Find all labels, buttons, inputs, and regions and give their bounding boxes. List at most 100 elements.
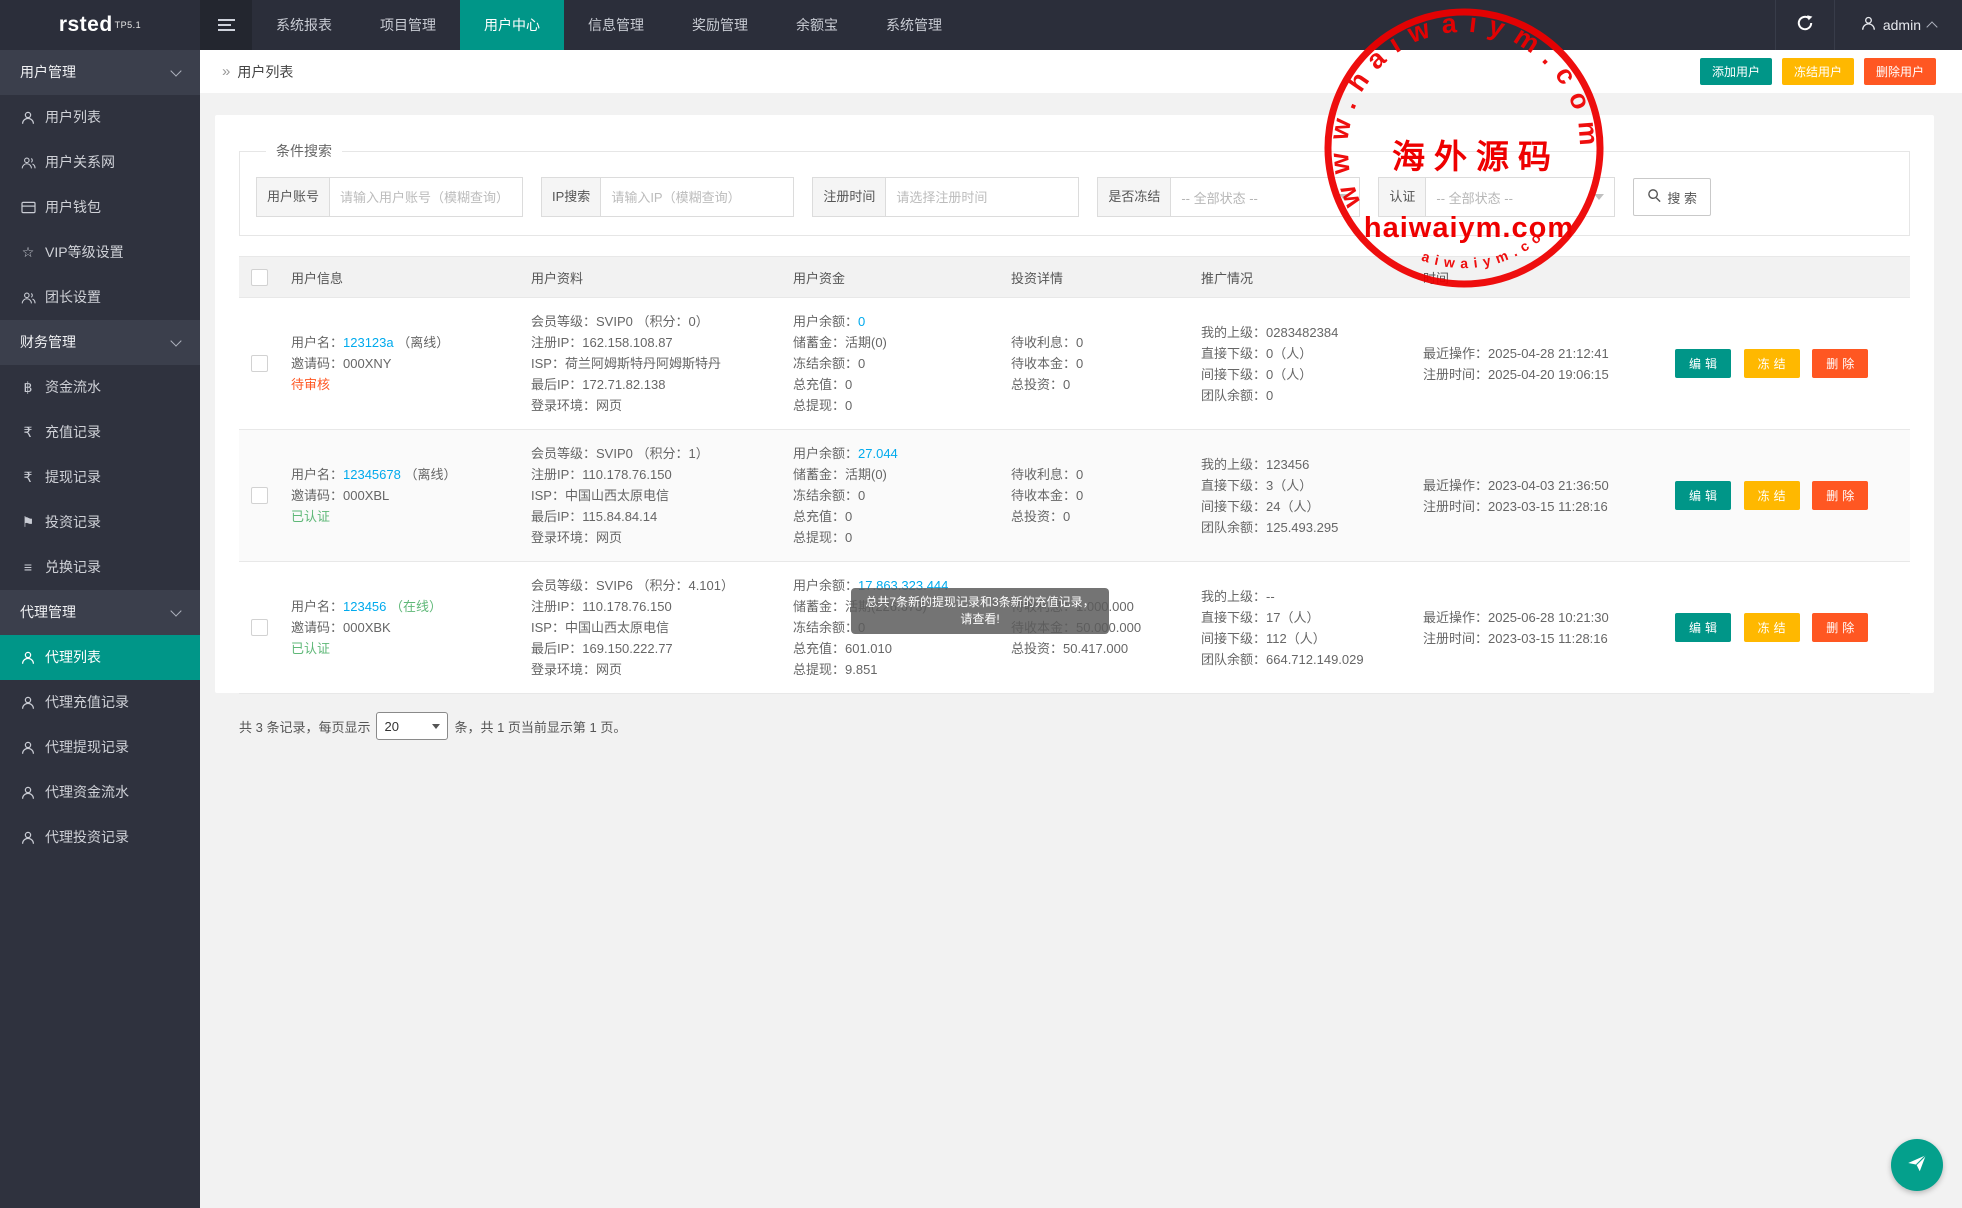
delete-button[interactable]: 删除 bbox=[1812, 613, 1868, 642]
chevron-down-icon bbox=[170, 335, 181, 346]
freeze-filter-group: 是否冻结 -- 全部状态 -- bbox=[1097, 177, 1360, 217]
item-label: 代理充值记录 bbox=[45, 680, 129, 725]
sidebar-item-leader-settings[interactable]: 团长设置 bbox=[0, 275, 200, 320]
item-label: VIP等级设置 bbox=[45, 230, 124, 275]
sidebar-item-recharge-records[interactable]: ₹ 充值记录 bbox=[0, 410, 200, 455]
item-label: 代理投资记录 bbox=[45, 815, 129, 860]
sidebar-item-user-list[interactable]: 用户列表 bbox=[0, 95, 200, 140]
item-label: 代理提现记录 bbox=[45, 725, 129, 770]
group-label: 用户管理 bbox=[20, 50, 172, 95]
top-header: rstedTP5.1 系统报表 项目管理 用户中心 信息管理 奖励管理 余额宝 … bbox=[0, 0, 1962, 50]
search-row: 用户账号 IP搜索 注册时间 是否冻结 -- 全部状态 -- bbox=[256, 177, 1899, 217]
funds-frozen: 冻结余额：0 bbox=[793, 353, 1011, 374]
balance-link[interactable]: 27.044 bbox=[858, 446, 898, 461]
promo-team-balance: 团队余额：125.493.295 bbox=[1201, 517, 1423, 538]
breadcrumb-arrow-icon: » bbox=[222, 63, 230, 80]
funds-recharge: 总充值：601.010 bbox=[793, 638, 1011, 659]
balance-link[interactable]: 0 bbox=[858, 314, 865, 329]
item-label: 用户列表 bbox=[45, 95, 101, 140]
admin-username: admin bbox=[1883, 17, 1921, 33]
delete-button[interactable]: 删除 bbox=[1812, 481, 1868, 510]
col-actions bbox=[1675, 257, 1910, 298]
refresh-button[interactable] bbox=[1775, 0, 1834, 50]
select-all-checkbox[interactable] bbox=[251, 269, 268, 286]
edit-button[interactable]: 编辑 bbox=[1675, 481, 1731, 510]
sidebar-item-agent-withdraw[interactable]: 代理提现记录 bbox=[0, 725, 200, 770]
account-search-group: 用户账号 bbox=[256, 177, 523, 217]
item-label: 代理列表 bbox=[45, 635, 101, 680]
sidebar-group-finance[interactable]: 财务管理 bbox=[0, 320, 200, 365]
admin-menu[interactable]: admin bbox=[1834, 0, 1962, 50]
nav-item-system[interactable]: 系统管理 bbox=[862, 0, 966, 50]
invest-total: 总投资：0 bbox=[1011, 506, 1201, 527]
profile-level: 会员等级：SVIP0 （积分：1） bbox=[531, 443, 793, 464]
username-link[interactable]: 123456 bbox=[343, 599, 386, 614]
sidebar-group-agent[interactable]: 代理管理 bbox=[0, 590, 200, 635]
username-link[interactable]: 12345678 bbox=[343, 467, 401, 482]
nav-item-yuebao[interactable]: 余额宝 bbox=[772, 0, 862, 50]
profile-reg-ip: 注册IP：110.178.76.150 bbox=[531, 464, 793, 485]
sidebar-item-exchange-records[interactable]: ≡ 兑换记录 bbox=[0, 545, 200, 590]
funds-savings: 储蓄金：活期(0) bbox=[793, 332, 1011, 353]
online-status: （离线） bbox=[397, 335, 449, 350]
freeze-user-button[interactable]: 冻结用户 bbox=[1782, 58, 1854, 85]
verify-filter-select[interactable]: -- 全部状态 -- bbox=[1426, 178, 1614, 216]
profile-reg-ip: 注册IP：162.158.108.87 bbox=[531, 332, 793, 353]
sidebar-toggle-button[interactable] bbox=[200, 0, 252, 50]
username-link[interactable]: 123123a bbox=[343, 335, 394, 350]
sidebar-item-user-network[interactable]: 用户关系网 bbox=[0, 140, 200, 185]
delete-user-button[interactable]: 删除用户 bbox=[1864, 58, 1936, 85]
promo-direct: 直接下级：3（人） bbox=[1201, 475, 1423, 496]
hamburger-icon bbox=[218, 19, 235, 32]
notification-toast: 总共7条新的提现记录和3条新的充值记录，请查看! bbox=[851, 588, 1109, 634]
nav-item-reports[interactable]: 系统报表 bbox=[252, 0, 356, 50]
freeze-button[interactable]: 冻结 bbox=[1744, 613, 1800, 642]
logo-version: TP5.1 bbox=[115, 20, 142, 30]
promo-direct: 直接下级：0（人） bbox=[1201, 343, 1423, 364]
edit-button[interactable]: 编辑 bbox=[1675, 613, 1731, 642]
username-label: 用户名： bbox=[291, 467, 343, 482]
sidebar-group-user-mgmt[interactable]: 用户管理 bbox=[0, 50, 200, 95]
ip-input[interactable] bbox=[601, 178, 793, 216]
sidebar-item-vip-settings[interactable]: ☆ VIP等级设置 bbox=[0, 230, 200, 275]
nav-item-info[interactable]: 信息管理 bbox=[564, 0, 668, 50]
funds-withdraw: 总提现：0 bbox=[793, 395, 1011, 416]
sidebar-item-agent-invest[interactable]: 代理投资记录 bbox=[0, 815, 200, 860]
freeze-button[interactable]: 冻结 bbox=[1744, 349, 1800, 378]
row-checkbox[interactable] bbox=[251, 619, 268, 636]
delete-button[interactable]: 删除 bbox=[1812, 349, 1868, 378]
freeze-filter-select[interactable]: -- 全部状态 -- bbox=[1171, 178, 1359, 216]
page-title: 用户列表 bbox=[237, 62, 293, 82]
freeze-button[interactable]: 冻结 bbox=[1744, 481, 1800, 510]
regtime-input[interactable] bbox=[886, 178, 1078, 216]
profile-isp: ISP：中国山西太原电信 bbox=[531, 617, 793, 638]
sidebar-item-agent-recharge[interactable]: 代理充值记录 bbox=[0, 680, 200, 725]
sidebar: 用户管理 用户列表 用户关系网 用户钱包 ☆ VIP等级设置 团长设置 财务管理 bbox=[0, 50, 200, 1208]
sidebar-item-agent-list[interactable]: 代理列表 bbox=[0, 635, 200, 680]
edit-button[interactable]: 编辑 bbox=[1675, 349, 1731, 378]
row-checkbox[interactable] bbox=[251, 355, 268, 372]
sidebar-item-user-wallet[interactable]: 用户钱包 bbox=[0, 185, 200, 230]
sidebar-item-agent-fund-flow[interactable]: 代理资金流水 bbox=[0, 770, 200, 815]
profile-level: 会员等级：SVIP0 （积分：0） bbox=[531, 311, 793, 332]
row-checkbox[interactable] bbox=[251, 487, 268, 504]
sidebar-item-invest-records[interactable]: ⚑ 投资记录 bbox=[0, 500, 200, 545]
table-row: 用户名：123123a （离线） 邀请码：000XNY 待审核 会员等级：SVI… bbox=[239, 298, 1910, 430]
search-button[interactable]: 搜 索 bbox=[1633, 178, 1711, 216]
sidebar-item-fund-flow[interactable]: ฿ 资金流水 bbox=[0, 365, 200, 410]
item-label: 提现记录 bbox=[45, 455, 101, 500]
nav-item-user-center[interactable]: 用户中心 bbox=[460, 0, 564, 50]
item-label: 用户关系网 bbox=[45, 140, 115, 185]
add-user-button[interactable]: 添加用户 bbox=[1700, 58, 1772, 85]
wallet-icon bbox=[20, 201, 36, 214]
col-user-info: 用户信息 bbox=[291, 257, 531, 298]
nav-item-rewards[interactable]: 奖励管理 bbox=[668, 0, 772, 50]
account-input[interactable] bbox=[330, 178, 522, 216]
page-size-select[interactable]: 20 bbox=[376, 712, 448, 740]
sidebar-item-withdraw-records[interactable]: ₹ 提现记录 bbox=[0, 455, 200, 500]
nav-item-projects[interactable]: 项目管理 bbox=[356, 0, 460, 50]
invest-principal: 待收本金：0 bbox=[1011, 353, 1201, 374]
item-label: 资金流水 bbox=[45, 365, 101, 410]
customer-service-float-button[interactable] bbox=[1891, 1139, 1943, 1191]
register-time: 注册时间：2025-04-20 19:06:15 bbox=[1423, 364, 1675, 385]
